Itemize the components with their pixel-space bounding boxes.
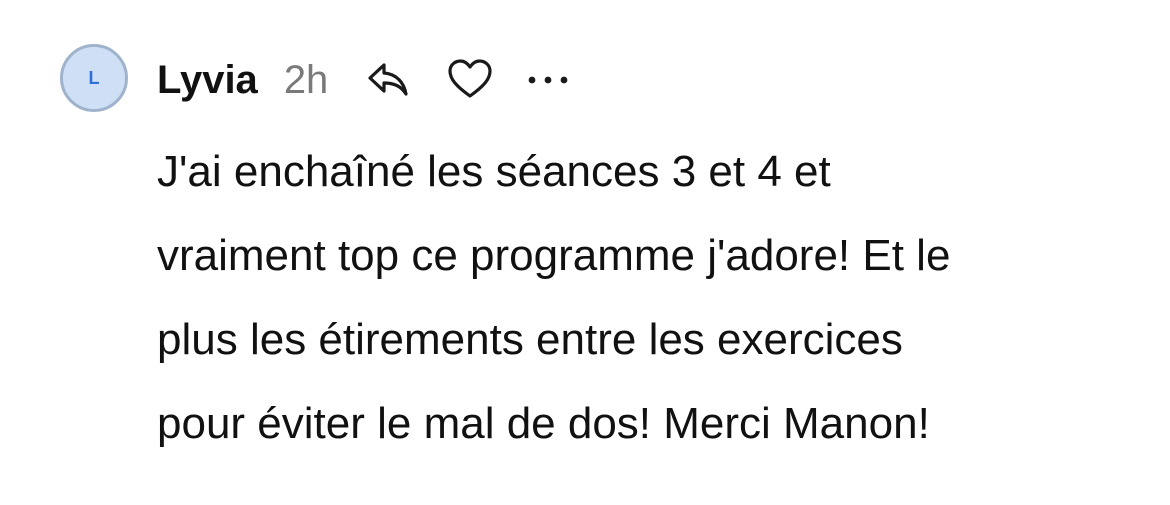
like-button[interactable]: [446, 56, 494, 104]
comment-header: Lyvia 2h: [157, 52, 572, 108]
timestamp: 2h: [283, 57, 329, 102]
comment-text: J'ai enchaîné les séances 3 et 4 et vrai…: [157, 130, 1117, 466]
comment-item: L Lyvia 2h J'ai enchaîné les séances 3 e…: [0, 0, 1170, 505]
avatar[interactable]: L: [60, 44, 128, 112]
comment-text-line: pour éviter le mal de dos! Merci Manon!: [157, 399, 930, 448]
comment-text-line: vraiment top ce programme j'adore! Et le: [157, 231, 951, 280]
comment-text-line: plus les étirements entre les exercices: [157, 315, 903, 364]
more-icon: [528, 76, 568, 84]
reply-button[interactable]: [364, 56, 412, 104]
more-options-button[interactable]: [524, 56, 572, 104]
comment-text-line: J'ai enchaîné les séances 3 et 4 et: [157, 147, 831, 196]
author-name[interactable]: Lyvia: [157, 58, 258, 103]
heart-icon: [448, 59, 492, 98]
avatar-initial: L: [88, 67, 100, 88]
reply-icon: [368, 63, 408, 96]
